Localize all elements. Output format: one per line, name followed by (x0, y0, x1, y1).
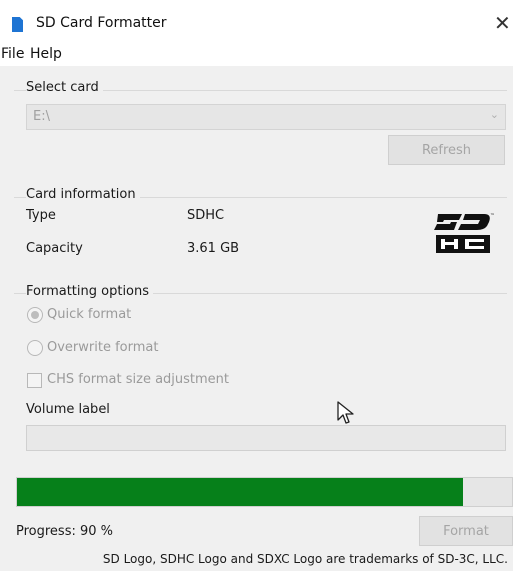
overwrite-format-label[interactable]: Overwrite format (47, 340, 158, 355)
select-card-group-label: Select card (26, 80, 103, 95)
type-value: SDHC (187, 208, 225, 223)
progress-bar-fill (17, 478, 463, 506)
title-bar[interactable]: SD Card Formatter ✕ (0, 0, 513, 44)
type-label: Type (26, 208, 56, 223)
progress-bar (16, 477, 513, 507)
card-select-value: E:\ (33, 109, 50, 124)
sd-card-formatter-window: SD Card Formatter ✕ File Help Select car… (0, 0, 513, 571)
mouse-cursor-icon (337, 401, 354, 424)
chs-format-checkbox[interactable] (27, 373, 42, 388)
menu-file[interactable]: File (1, 46, 24, 62)
formatting-options-group-label: Formatting options (26, 284, 154, 299)
card-information-group-label: Card information (26, 187, 140, 202)
chs-format-label[interactable]: CHS format size adjustment (47, 372, 229, 387)
capacity-label: Capacity (26, 241, 83, 256)
card-select-dropdown[interactable]: E:\ ⌄ (26, 104, 506, 130)
trademark-notice: SD Logo, SDHC Logo and SDXC Logo are tra… (102, 552, 508, 566)
volume-label-caption: Volume label (26, 402, 110, 417)
menu-help[interactable]: Help (30, 46, 62, 62)
quick-format-radio[interactable] (27, 307, 43, 323)
refresh-button[interactable]: Refresh (388, 135, 505, 165)
volume-label-input[interactable] (26, 425, 506, 451)
sd-card-icon (12, 17, 23, 32)
menu-bar: File Help (0, 44, 513, 66)
format-button[interactable]: Format (419, 516, 513, 546)
capacity-value: 3.61 GB (187, 241, 240, 256)
svg-text:™: ™ (490, 213, 495, 219)
window-title: SD Card Formatter (36, 15, 167, 31)
quick-format-label[interactable]: Quick format (47, 307, 131, 322)
sdhc-logo: ™ (434, 213, 495, 253)
chevron-down-icon: ⌄ (489, 108, 499, 121)
progress-text: Progress: 90 % (16, 524, 114, 539)
close-icon[interactable]: ✕ (494, 11, 511, 35)
overwrite-format-radio[interactable] (27, 340, 43, 356)
